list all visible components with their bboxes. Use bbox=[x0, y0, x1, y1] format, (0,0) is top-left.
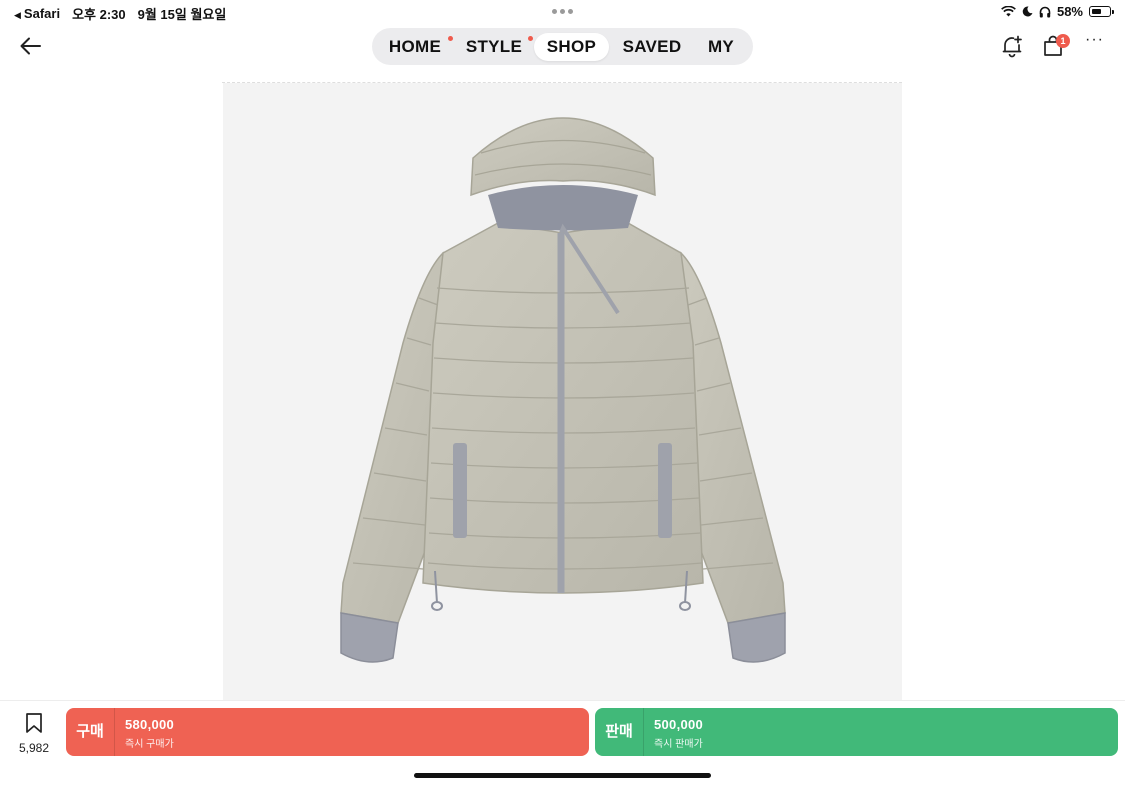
cart-count-badge: 1 bbox=[1056, 34, 1070, 48]
tab-my[interactable]: MY bbox=[700, 33, 742, 61]
product-image[interactable] bbox=[223, 83, 902, 701]
home-indicator[interactable] bbox=[414, 773, 711, 778]
tab-style-new-dot bbox=[528, 36, 533, 41]
bookmark-icon bbox=[26, 713, 42, 733]
more-options-icon[interactable]: ··· bbox=[1085, 32, 1105, 52]
back-triangle-icon: ◀ bbox=[14, 10, 21, 20]
bottom-divider bbox=[0, 700, 1125, 701]
arrow-left-icon bbox=[20, 37, 41, 55]
buy-separator bbox=[114, 708, 115, 756]
tab-shop[interactable]: SHOP bbox=[534, 33, 609, 61]
battery-percent: 58% bbox=[1056, 4, 1083, 19]
status-date: 9월 15일 월요일 bbox=[137, 7, 227, 22]
notification-button[interactable] bbox=[1000, 34, 1024, 63]
back-app-label: Safari bbox=[23, 6, 61, 21]
moon-icon bbox=[1022, 6, 1033, 17]
tab-home[interactable]: HOME bbox=[384, 33, 446, 61]
buy-type-label: 구매 bbox=[76, 723, 104, 740]
status-time: 오후 2:30 bbox=[72, 7, 126, 22]
sell-button[interactable]: 판매 500,000 즉시 판매가 bbox=[595, 708, 1118, 756]
back-to-app[interactable]: ◀ Safari bbox=[14, 6, 60, 21]
sell-separator bbox=[643, 708, 644, 756]
tab-home-new-dot bbox=[448, 36, 453, 41]
status-bar: ◀ Safari 오후 2:30 9월 15일 월요일 58% bbox=[0, 0, 1125, 24]
buy-price: 580,000 bbox=[125, 717, 175, 732]
multitasking-dots-icon[interactable] bbox=[552, 9, 573, 14]
sell-type-label: 판매 bbox=[605, 723, 633, 740]
headphones-icon bbox=[1039, 6, 1051, 17]
buy-button[interactable]: 구매 580,000 즉시 구매가 bbox=[66, 708, 589, 756]
back-button[interactable] bbox=[18, 33, 44, 59]
buy-sub-label: 즉시 구매가 bbox=[125, 739, 174, 750]
main-nav: HOME STYLE SHOP SAVED MY bbox=[372, 28, 753, 65]
wishlist-button[interactable]: 5,982 bbox=[12, 712, 56, 755]
battery-icon bbox=[1089, 6, 1114, 17]
wifi-icon bbox=[1001, 6, 1016, 17]
sell-sub-label: 즉시 판매가 bbox=[654, 739, 703, 750]
bell-plus-icon bbox=[1002, 35, 1022, 58]
puffer-jacket-image bbox=[340, 117, 786, 663]
tab-saved[interactable]: SAVED bbox=[620, 33, 684, 61]
sell-price: 500,000 bbox=[654, 717, 704, 732]
tab-style[interactable]: STYLE bbox=[464, 33, 524, 61]
wishlist-count: 5,982 bbox=[18, 741, 50, 755]
